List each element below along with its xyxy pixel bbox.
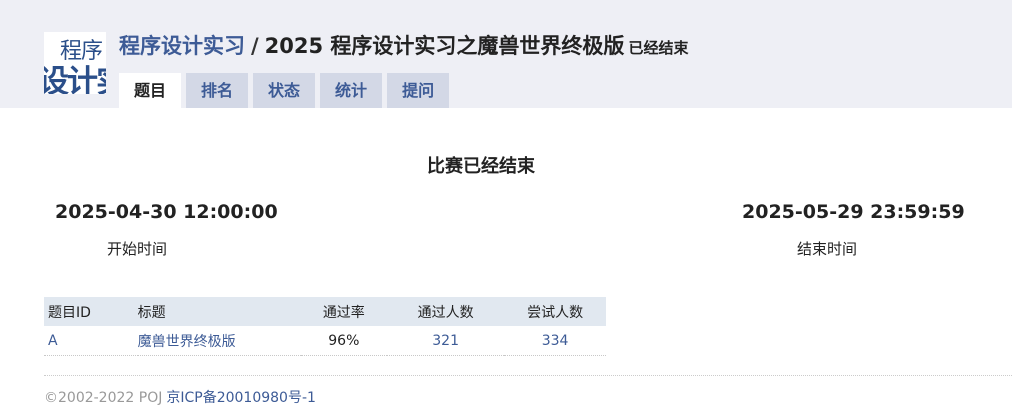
contest-tabs: 题目 排名 状态 统计 提问 (119, 73, 454, 108)
end-time: 2025-05-29 23:59:59 (742, 201, 965, 223)
tab-problems[interactable]: 题目 (119, 73, 182, 108)
problem-title-link[interactable]: 魔兽世界终极版 (137, 326, 301, 356)
contest-ended-text: 比赛已经结束 (427, 156, 535, 177)
icp-link[interactable]: 京ICP备20010980号-1 (166, 390, 316, 406)
logo-text-bottom: 设计实 (44, 64, 106, 94)
col-header-rate: 通过率 (300, 297, 388, 326)
problem-table: 题目ID 标题 通过率 通过人数 尝试人数 A 魔兽世界终极版 96% 321 … (44, 297, 606, 356)
accepted-count-link[interactable]: 321 (387, 326, 505, 356)
pass-rate: 96% (300, 326, 388, 356)
table-row: A 魔兽世界终极版 96% 321 334 (44, 326, 606, 356)
footer-divider (44, 375, 1012, 376)
start-time: 2025-04-30 12:00:00 (55, 201, 278, 223)
copyright-text: ©2002-2022 POJ (44, 390, 163, 406)
col-header-id: 题目ID (44, 297, 138, 326)
tried-count-link[interactable]: 334 (504, 326, 606, 356)
contest-title: 2025 程序设计实习之魔兽世界终极版 (264, 34, 625, 58)
col-header-accepted: 通过人数 (387, 297, 505, 326)
tab-status[interactable]: 状态 (253, 73, 316, 108)
footer: ©2002-2022 POJ 京ICP备20010980号-1 (44, 387, 316, 407)
col-header-title: 标题 (137, 297, 301, 326)
problem-id-link[interactable]: A (44, 326, 138, 356)
col-header-tried: 尝试人数 (504, 297, 606, 326)
end-time-label: 结束时间 (797, 240, 858, 258)
title-separator: / (251, 34, 259, 58)
start-time-label: 开始时间 (107, 240, 168, 258)
tab-statistics[interactable]: 统计 (320, 73, 383, 108)
tab-questions[interactable]: 提问 (387, 73, 450, 108)
header: 程序 设计实 程序设计实习/2025 程序设计实习之魔兽世界终极版已经结束 题目… (0, 0, 1012, 108)
course-link[interactable]: 程序设计实习 (119, 34, 245, 58)
site-logo[interactable]: 程序 设计实 (44, 32, 106, 94)
table-header-row: 题目ID 标题 通过率 通过人数 尝试人数 (44, 297, 606, 326)
contest-status: 已经结束 (628, 39, 689, 57)
tab-ranking[interactable]: 排名 (186, 73, 249, 108)
page-title: 程序设计实习/2025 程序设计实习之魔兽世界终极版 已经结束 (119, 30, 688, 60)
